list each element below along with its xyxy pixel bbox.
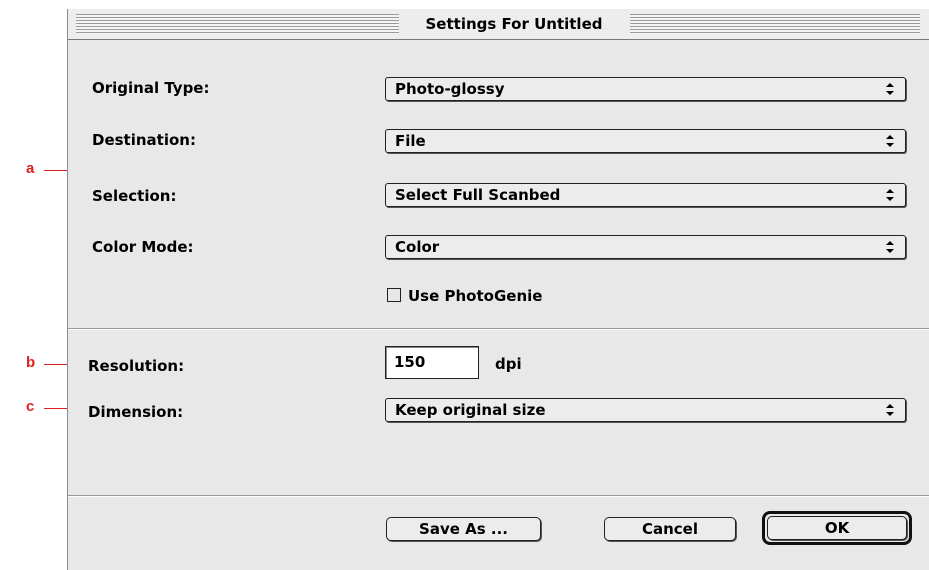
divider-bottom xyxy=(68,495,929,497)
save-as-button[interactable]: Save As ... xyxy=(386,517,541,541)
resolution-unit: dpi xyxy=(495,355,522,373)
title-bar-stripes-right xyxy=(630,14,920,34)
callout-c: c xyxy=(26,398,35,415)
dimension-value: Keep original size xyxy=(395,401,546,419)
use-photogenie-label[interactable]: Use PhotoGenie xyxy=(408,286,542,306)
resolution-label: Resolution: xyxy=(88,357,185,375)
color-mode-value: Color xyxy=(395,238,440,256)
color-mode-label: Color Mode: xyxy=(92,238,194,256)
callout-a: a xyxy=(26,160,35,177)
settings-dialog: Settings For Untitled Original Type: Pho… xyxy=(67,9,929,570)
original-type-value: Photo-glossy xyxy=(395,80,505,98)
popup-arrows-icon xyxy=(886,241,894,253)
popup-arrows-icon xyxy=(886,404,894,416)
resolution-value: 150 xyxy=(394,353,426,371)
popup-arrows-icon xyxy=(886,83,894,95)
divider-top xyxy=(68,328,929,330)
window-title: Settings For Untitled xyxy=(401,13,627,35)
use-photogenie-checkbox[interactable] xyxy=(387,288,401,302)
ok-button[interactable]: OK xyxy=(767,516,907,540)
selection-value: Select Full Scanbed xyxy=(395,186,561,204)
dimension-popup[interactable]: Keep original size xyxy=(385,398,906,422)
callout-b: b xyxy=(26,354,36,371)
original-type-popup[interactable]: Photo-glossy xyxy=(385,77,906,101)
selection-popup[interactable]: Select Full Scanbed xyxy=(385,183,906,207)
color-mode-popup[interactable]: Color xyxy=(385,235,906,259)
selection-label: Selection: xyxy=(92,187,177,205)
cancel-button[interactable]: Cancel xyxy=(604,517,736,541)
popup-arrows-icon xyxy=(886,189,894,201)
destination-popup[interactable]: File xyxy=(385,129,906,153)
title-bar[interactable]: Settings For Untitled xyxy=(68,9,929,40)
dimension-label: Dimension: xyxy=(88,403,184,421)
popup-arrows-icon xyxy=(886,135,894,147)
destination-value: File xyxy=(395,132,426,150)
original-type-label: Original Type: xyxy=(92,79,210,97)
title-bar-stripes-left xyxy=(76,14,399,34)
resolution-input[interactable]: 150 xyxy=(385,346,479,379)
destination-label: Destination: xyxy=(92,131,196,149)
